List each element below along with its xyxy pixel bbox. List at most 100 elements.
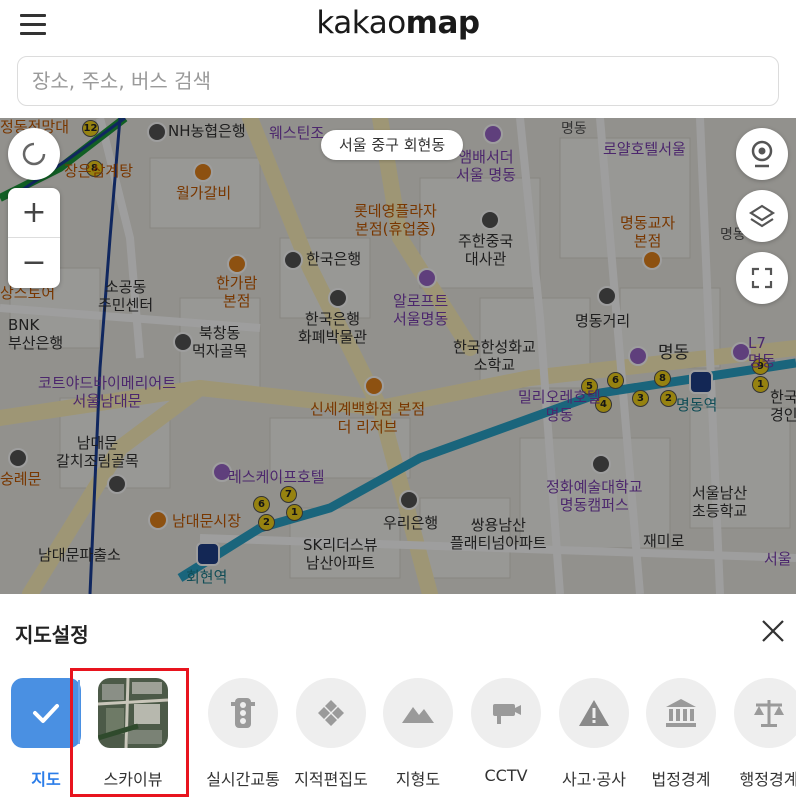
bus-stop-marker[interactable]: 2 — [258, 514, 275, 531]
option-terrain[interactable]: 지형도 — [378, 678, 458, 790]
bus-stop-marker[interactable]: 12 — [82, 120, 99, 137]
map-label[interactable]: 한가람 본점 — [216, 274, 257, 310]
option-label: 사고·공사 — [562, 770, 626, 789]
roadview-icon — [751, 140, 773, 168]
search-input[interactable] — [18, 57, 778, 105]
bus-stop-marker[interactable]: 6 — [253, 496, 270, 513]
bank-icon[interactable] — [399, 490, 419, 510]
map-label[interactable]: 장은삼계탕 — [64, 162, 133, 180]
map-label[interactable]: 신세계백화점 본점 더 리저브 — [310, 400, 425, 436]
subway-station-icon[interactable] — [689, 370, 713, 394]
map-label[interactable]: 명동교자 본점 — [620, 214, 675, 250]
option-accident[interactable]: 사고·공사 — [554, 678, 634, 790]
map-label[interactable]: 남대문 갈치조림골목 — [56, 434, 139, 470]
map-label[interactable]: 웨스틴조 — [269, 124, 324, 142]
map-label[interactable]: 소공동 주민센터 — [98, 278, 153, 314]
map-label[interactable]: 한국 경인 — [770, 388, 796, 424]
map-label[interactable]: 재미로 — [643, 532, 684, 550]
landmark-icon[interactable] — [597, 286, 617, 306]
school-icon[interactable] — [591, 454, 611, 474]
landmark-icon[interactable] — [8, 448, 28, 468]
map-label[interactable]: L7 명동 — [748, 334, 776, 370]
map-label[interactable]: 한국은행 — [306, 250, 361, 268]
map-label[interactable]: 숭례문 — [0, 470, 41, 488]
map-label[interactable]: 한국은행 화폐박물관 — [298, 310, 367, 346]
map-label[interactable]: 남대문시장 — [172, 512, 241, 530]
map-label[interactable]: 롯데영플라자 본점(휴업중) — [354, 202, 437, 238]
bank-icon[interactable] — [147, 122, 167, 142]
map-label[interactable]: 코트야드바이메리어트 서울남대문 — [38, 374, 176, 410]
bus-stop-marker[interactable]: 7 — [280, 486, 297, 503]
map-label[interactable]: 서울 — [764, 550, 792, 568]
map-label[interactable]: 알로프트 서울명동 — [393, 292, 448, 328]
map-label[interactable]: 밀리오레호텔 명동 — [518, 388, 601, 424]
food-alley-icon[interactable] — [173, 332, 193, 352]
cadastral-icon — [296, 678, 366, 748]
traffic-light-icon — [208, 678, 278, 748]
bus-stop-marker[interactable]: 2 — [660, 390, 677, 407]
hotel-icon[interactable] — [628, 346, 648, 366]
subway-station-icon[interactable] — [196, 542, 220, 566]
map-label[interactable]: 앰배서더 서울 명동 — [456, 148, 516, 184]
close-button[interactable] — [760, 618, 786, 644]
map-label[interactable]: 한국한성화교 소학교 — [453, 338, 536, 374]
option-traffic[interactable]: 실시간교통 — [203, 678, 283, 790]
map-label[interactable]: 명동역 — [676, 396, 717, 414]
bank-icon[interactable] — [283, 250, 303, 270]
restaurant-icon[interactable] — [193, 162, 213, 182]
shopping-icon[interactable] — [364, 376, 384, 396]
app-header: kakaomap — [0, 0, 796, 118]
zoom-out-button[interactable]: − — [8, 238, 60, 288]
map-label[interactable]: 회현역 — [186, 568, 227, 586]
map-label[interactable]: 로얄호텔서울 — [603, 140, 686, 158]
map-label[interactable]: 북창동 먹자골목 — [192, 324, 247, 360]
option-cadastral[interactable]: 지적편집도 — [291, 678, 371, 790]
hotel-icon[interactable] — [417, 268, 437, 288]
map-label[interactable]: 레스케이프호텔 — [228, 468, 325, 486]
bus-stop-marker[interactable]: 8 — [654, 370, 671, 387]
loading-icon — [22, 142, 46, 166]
restaurant-icon[interactable] — [642, 250, 662, 270]
roadview-button[interactable] — [736, 128, 788, 180]
map-label[interactable]: BNK 부산은행 — [8, 316, 63, 352]
map-layers-button[interactable] — [736, 190, 788, 242]
museum-icon[interactable] — [328, 288, 348, 308]
embassy-icon[interactable] — [480, 210, 500, 230]
map-label[interactable]: 서울남산 초등학교 — [692, 484, 747, 520]
scales-icon — [734, 678, 796, 748]
map-label[interactable]: 정화예술대학교 명동캠퍼스 — [546, 478, 643, 514]
option-label: 지형도 — [395, 770, 441, 789]
app-logo: kakaomap — [316, 5, 480, 41]
option-admin-boundary[interactable]: 행정경계 — [729, 678, 796, 790]
map-label[interactable]: 남대문파출소 — [38, 546, 121, 564]
option-legal-boundary[interactable]: 법정경계 — [641, 678, 721, 790]
map-label[interactable]: 월가갈비 — [176, 184, 231, 202]
map-label[interactable]: 우리은행 — [383, 514, 438, 532]
market-icon[interactable] — [148, 510, 168, 530]
option-cctv[interactable]: CCTV — [466, 678, 546, 785]
landmark-icon[interactable] — [107, 474, 127, 494]
hotel-icon[interactable] — [483, 124, 503, 144]
map-label[interactable]: 주한중국 대사관 — [458, 232, 513, 268]
bus-stop-marker[interactable]: 6 — [607, 372, 624, 389]
skyview-highlight-box — [70, 668, 189, 797]
map-label[interactable]: 명동 — [561, 120, 587, 138]
zoom-in-button[interactable]: + — [8, 188, 60, 238]
map-label[interactable]: SK리더스뷰 남산아파트 — [303, 536, 378, 572]
map-label[interactable]: 명동 — [658, 344, 689, 362]
map-label[interactable]: 쌍용남산 플래티넘아파트 — [450, 516, 547, 552]
fullscreen-button[interactable] — [736, 252, 788, 304]
option-label: 지적편집도 — [294, 770, 368, 789]
option-label: CCTV — [484, 766, 528, 785]
map-label[interactable]: 명동거리 — [575, 312, 630, 330]
cctv-icon — [471, 678, 541, 748]
map-view[interactable]: 12 8 5 4 6 3 8 2 1 9 6 7 2 1 NH농협은행 웨스틴조… — [0, 118, 796, 594]
restaurant-icon[interactable] — [227, 254, 247, 274]
bus-stop-marker[interactable]: 1 — [286, 504, 303, 521]
government-building-icon — [646, 678, 716, 748]
map-label[interactable]: NH농협은행 — [168, 122, 246, 140]
bus-stop-marker[interactable]: 1 — [752, 376, 769, 393]
bus-stop-marker[interactable]: 3 — [632, 390, 649, 407]
my-location-button[interactable] — [8, 128, 60, 180]
search-field[interactable] — [17, 56, 779, 106]
